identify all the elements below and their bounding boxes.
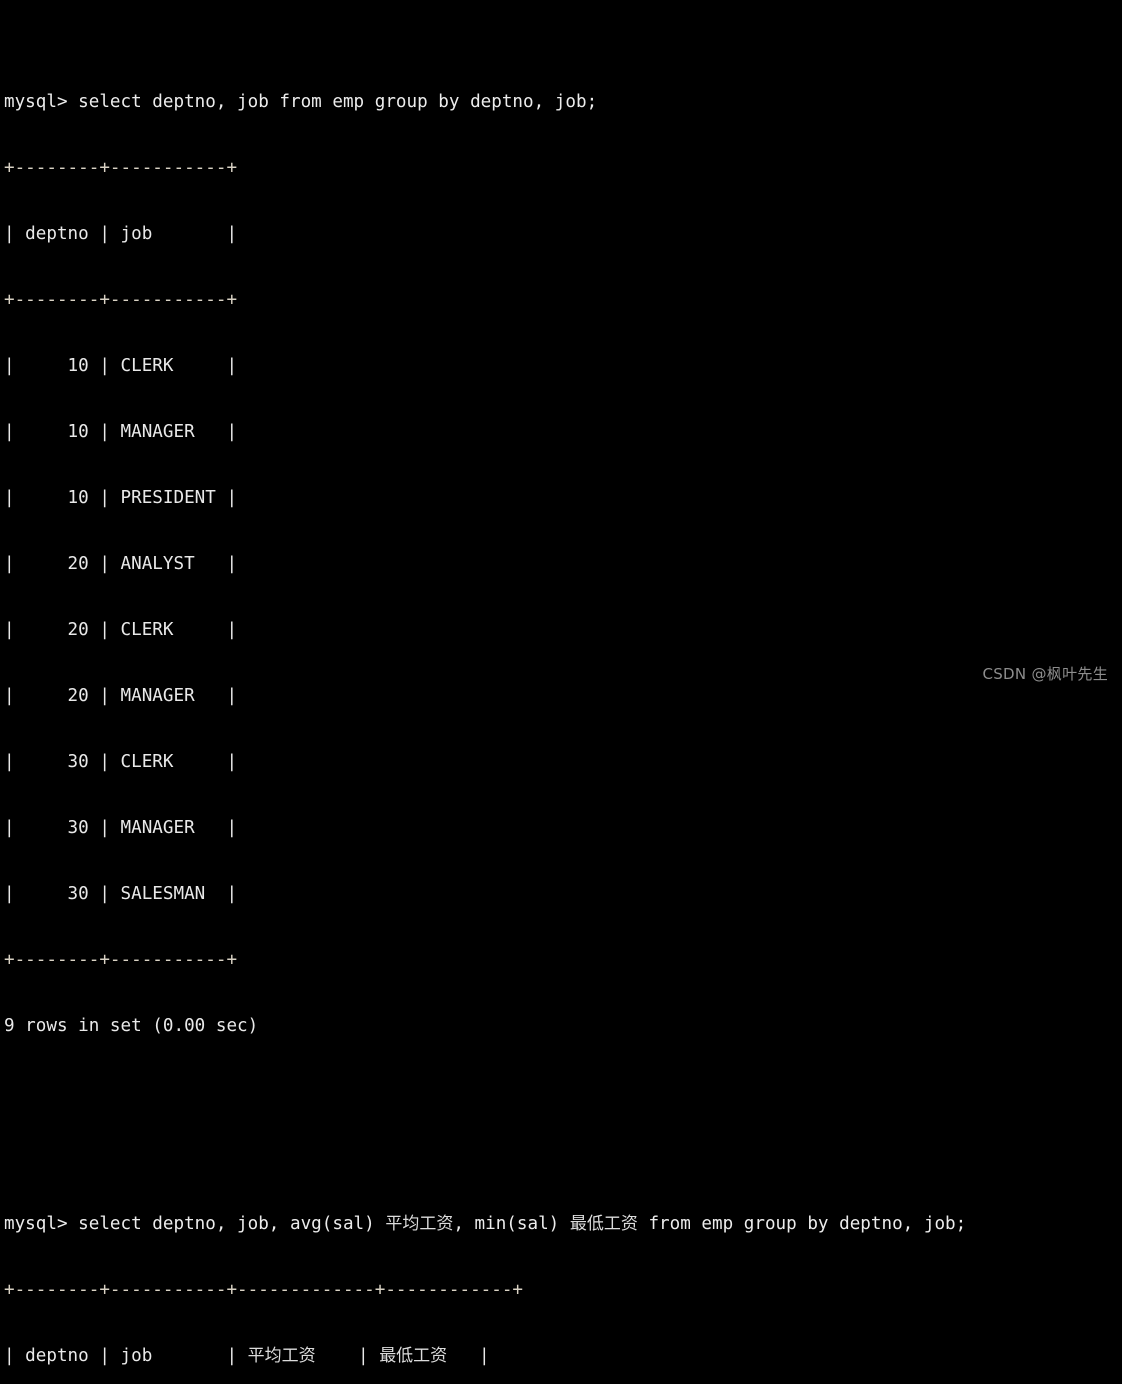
table1-top-rule: +--------+-----------+	[4, 158, 238, 178]
table-row: | 30 | CLERK |	[4, 752, 238, 772]
table1-bottom-rule: +--------+-----------+	[4, 950, 238, 970]
query2-alias-min: 最低工资	[569, 1214, 638, 1234]
query2-segment-1: mysql> select deptno, job, avg(sal)	[4, 1214, 386, 1234]
query2-segment-3: from emp group by deptno, job;	[637, 1214, 967, 1234]
table-row: | 10 | PRESIDENT |	[4, 488, 238, 508]
query2-segment-2: , min(sal)	[453, 1214, 570, 1234]
table-row: | 10 | MANAGER |	[4, 422, 238, 442]
table1-header-rule: +--------+-----------+	[4, 290, 238, 310]
table-row: | 10 | CLERK |	[4, 356, 238, 376]
table2-top-rule: +--------+-----------+-------------+----…	[4, 1280, 524, 1300]
table-row: | 30 | MANAGER |	[4, 818, 238, 838]
table2-header-row: | deptno | job | 平均工资 | 最低工资 |	[4, 1345, 966, 1367]
table-row: | 30 | SALESMAN |	[4, 884, 238, 904]
table2-header-segment-3: |	[447, 1346, 490, 1366]
table-row: | 20 | CLERK |	[4, 620, 238, 640]
table2-header-avg-salary: 平均工资	[247, 1346, 316, 1366]
terminal-window[interactable]: mysql> select deptno, job from emp group…	[0, 0, 1122, 1366]
csdn-watermark: CSDN @枫叶先生	[982, 665, 1108, 683]
table2-header-min-salary: 最低工资	[379, 1346, 448, 1366]
table-row: | 20 | ANALYST |	[4, 554, 238, 574]
query-line-1: mysql> select deptno, job from emp group…	[4, 92, 598, 112]
terminal-console-output[interactable]: mysql> select deptno, job from emp group…	[4, 3, 966, 1384]
query2-alias-avg: 平均工资	[385, 1214, 454, 1234]
result-status-1: 9 rows in set (0.00 sec)	[4, 1016, 259, 1036]
query-line-2: mysql> select deptno, job, avg(sal) 平均工资…	[4, 1213, 966, 1235]
table2-header-segment-2: |	[315, 1346, 380, 1366]
table-row: | 20 | MANAGER |	[4, 686, 238, 706]
table1-header-row: | deptno | job |	[4, 224, 238, 244]
table2-header-segment-1: | deptno | job |	[4, 1346, 248, 1366]
